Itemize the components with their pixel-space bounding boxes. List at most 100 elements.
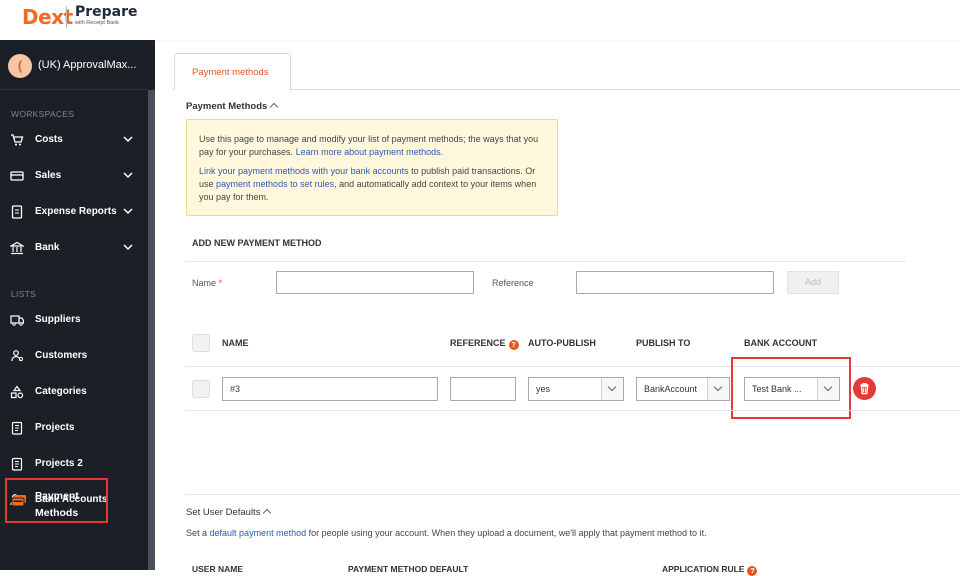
categories-icon: [10, 385, 24, 399]
project-icon: [11, 457, 23, 471]
sidebar-item-label: Sales: [35, 170, 62, 181]
sidebar-item-label: Projects 2: [35, 458, 83, 469]
top-bar: Dext Prepare with Receipt Bank: [0, 0, 960, 40]
sidebar-item-suppliers[interactable]: Suppliers: [0, 305, 148, 335]
account-avatar: (: [8, 54, 32, 78]
main-content: Payment methods Payment Methods Use this…: [172, 53, 960, 576]
set-rules-link[interactable]: payment methods to set rules: [216, 179, 334, 189]
user-defaults-title: Set User Defaults: [186, 507, 261, 518]
chevron-down-icon[interactable]: [122, 241, 134, 253]
required-marker: *: [218, 278, 223, 288]
cart-icon: [11, 134, 24, 146]
add-button[interactable]: Add: [787, 271, 839, 294]
sidebar-item-label: Bank: [35, 242, 60, 253]
sales-icon: [10, 171, 24, 181]
chevron-down-icon[interactable]: [122, 133, 134, 145]
sidebar-item-projects[interactable]: Projects: [0, 413, 148, 443]
row-reference-input[interactable]: [450, 377, 516, 401]
sidebar-item-customers[interactable]: Customers: [0, 341, 148, 371]
help-icon[interactable]: ?: [747, 566, 758, 576]
default-payment-method-link[interactable]: default payment method: [210, 528, 307, 538]
sidebar-item-label: Expense Reports: [35, 206, 117, 217]
sidebar-item-costs[interactable]: Costs: [0, 125, 148, 155]
select-value: yes: [536, 384, 551, 394]
account-name: (UK) ApprovalMax...: [38, 59, 137, 71]
column-header-publish-to: PUBLISH TO: [636, 338, 691, 348]
sidebar-item-label: Projects: [35, 422, 75, 433]
delete-button[interactable]: [853, 377, 876, 400]
section-title: Payment Methods: [186, 101, 268, 112]
info-box: Use this page to manage and modify your …: [186, 119, 558, 216]
chevron-up-icon: [270, 102, 279, 112]
expense-icon: [11, 205, 23, 219]
name-field-label: Name *: [192, 278, 222, 288]
subtext: Set a: [186, 528, 208, 538]
customers-icon: [11, 350, 24, 362]
column-header-reference: REFERENCE?: [450, 338, 519, 350]
sidebar-item-bank[interactable]: Bank: [0, 233, 148, 263]
product-name: Prepare: [75, 4, 138, 20]
column-header-auto-publish: AUTO-PUBLISH: [528, 338, 596, 348]
select-all-checkbox[interactable]: [192, 334, 210, 352]
payment-methods-icon: [11, 495, 26, 507]
project-icon: [11, 421, 23, 435]
column-header-name: NAME: [222, 338, 249, 348]
column-header-reference-label: REFERENCE: [450, 338, 506, 348]
bank-icon: [10, 241, 24, 255]
product-subtitle: with Receipt Bank: [75, 20, 120, 26]
add-payment-method-title: ADD NEW PAYMENT METHOD: [192, 238, 322, 248]
section-label-workspaces: WORKSPACES: [11, 109, 75, 119]
sidebar-item-sales[interactable]: Sales: [0, 161, 148, 191]
divider: [186, 494, 960, 495]
sidebar-scrollbar[interactable]: [148, 90, 155, 570]
trash-icon: [860, 383, 869, 395]
learn-more-link[interactable]: Learn more about payment methods.: [296, 147, 444, 157]
sidebar-item-label: Categories: [35, 386, 87, 397]
column-header-bank-account: BANK ACCOUNT: [744, 338, 818, 348]
divider: [186, 261, 906, 262]
chevron-down-icon: [601, 378, 623, 400]
account-switcher[interactable]: ( (UK) ApprovalMax...: [0, 40, 148, 90]
info-paragraph-2: Link your payment methods with your bank…: [199, 165, 545, 204]
column-header-application-rule-label: APPLICATION RULE: [662, 564, 745, 574]
reference-field-label: Reference: [492, 278, 534, 288]
sidebar-item-payment-methods[interactable]: Payment Methods: [5, 478, 108, 523]
select-value: BankAccount: [644, 384, 698, 394]
sidebar-item-label: Costs: [35, 134, 63, 145]
logo-divider: [66, 6, 67, 28]
payment-methods-section-toggle[interactable]: Payment Methods: [186, 101, 279, 112]
user-defaults-section-toggle[interactable]: Set User Defaults: [186, 507, 272, 518]
help-icon[interactable]: ?: [508, 340, 519, 350]
publish-to-select[interactable]: BankAccount: [636, 377, 730, 401]
column-header-user-name: USER NAME: [192, 564, 244, 574]
subtext: for people using your account. When they…: [308, 528, 707, 538]
sidebar-item-projects-2[interactable]: Projects 2: [0, 449, 148, 479]
sidebar-item-label: Payment Methods: [35, 488, 79, 522]
name-label-text: Name: [192, 278, 217, 288]
divider: [186, 410, 960, 411]
chevron-down-icon[interactable]: [122, 205, 134, 217]
chevron-down-icon[interactable]: [122, 169, 134, 181]
truck-icon: [10, 315, 24, 326]
sidebar-item-label-line1: Payment: [35, 490, 79, 502]
sidebar-item-categories[interactable]: Categories: [0, 377, 148, 407]
reference-input[interactable]: [576, 271, 774, 294]
row-checkbox[interactable]: [192, 380, 210, 398]
user-defaults-description: Set a default payment method for people …: [186, 528, 707, 538]
auto-publish-select[interactable]: yes: [528, 377, 624, 401]
tab-payment-methods[interactable]: Payment methods: [174, 53, 291, 90]
column-header-application-rule: APPLICATION RULE?: [662, 564, 758, 576]
info-paragraph-1: Use this page to manage and modify your …: [199, 133, 545, 159]
column-header-payment-method-default: PAYMENT METHOD DEFAULT: [348, 564, 469, 574]
section-label-lists: LISTS: [11, 289, 37, 299]
sidebar-item-label: Suppliers: [35, 314, 81, 325]
sidebar-item-label: Customers: [35, 350, 88, 361]
sidebar-item-label-line2: Methods: [35, 507, 79, 519]
chevron-up-icon: [263, 508, 272, 518]
tab-label: Payment methods: [192, 67, 269, 78]
row-name-input[interactable]: #3: [222, 377, 438, 401]
chevron-down-icon: [707, 378, 729, 400]
name-input[interactable]: [276, 271, 474, 294]
link-bank-accounts-link[interactable]: Link your payment methods with your bank…: [199, 166, 409, 176]
sidebar-item-expense-reports[interactable]: Expense Reports: [0, 197, 148, 227]
